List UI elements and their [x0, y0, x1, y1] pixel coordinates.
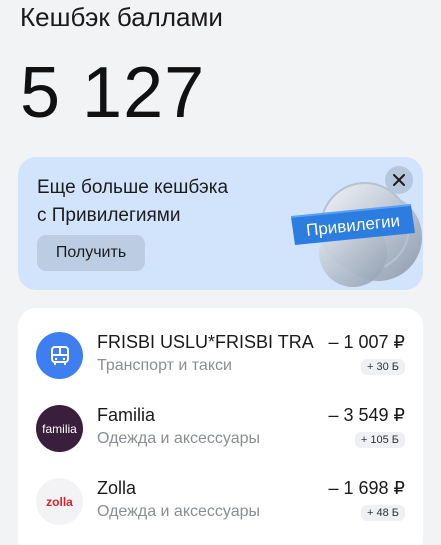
transaction-row[interactable]: zolla Zolla Одежда и аксессуары – 1 698 … [18, 478, 423, 545]
close-icon [393, 174, 405, 186]
close-promo-button[interactable] [385, 166, 413, 194]
get-button[interactable]: Получить [37, 235, 145, 271]
bonus-badge: + 105 Б [354, 432, 405, 448]
transactions-list: FRISBI USLU*FRISBI TRA Транспорт и такси… [18, 308, 423, 545]
merchant-category: Одежда и аксессуары [97, 503, 261, 520]
promo-line-1: Еще больше кешбэка [37, 177, 229, 198]
bonus-badge: + 48 Б [361, 505, 405, 521]
privileges-promo-banner[interactable]: Еще больше кешбэка с Привилегиями Получи… [18, 157, 423, 290]
zolla-logo: zolla [36, 478, 83, 525]
transport-category-avatar [36, 332, 83, 379]
familia-logo-text: familia [42, 421, 77, 436]
bonus-badge: + 30 Б [361, 359, 405, 375]
transaction-amount: – 1 698 ₽ [328, 478, 405, 498]
transaction-amount: – 1 007 ₽ [328, 332, 405, 352]
merchant-name: Zolla [97, 478, 137, 498]
promo-line-2: с Привилегиями [37, 205, 181, 226]
merchant-category: Одежда и аксессуары [97, 430, 261, 447]
merchant-name: FRISBI USLU*FRISBI TRA [97, 332, 314, 352]
page-title: Кешбэк баллами [20, 2, 223, 32]
transaction-row[interactable]: familia Familia Одежда и аксессуары – 3 … [18, 405, 423, 479]
merchant-name: Familia [97, 405, 156, 425]
promo-text: Еще больше кешбэка с Привилегиями [37, 174, 228, 230]
transaction-row[interactable]: FRISBI USLU*FRISBI TRA Транспорт и такси… [18, 332, 423, 406]
familia-logo: familia [36, 405, 83, 452]
merchant-category: Транспорт и такси [97, 357, 232, 374]
zolla-logo-text: zolla [46, 494, 73, 509]
transaction-amount: – 3 549 ₽ [328, 405, 405, 425]
cashback-balance: 5 127 [20, 53, 206, 133]
bus-icon [50, 345, 69, 365]
